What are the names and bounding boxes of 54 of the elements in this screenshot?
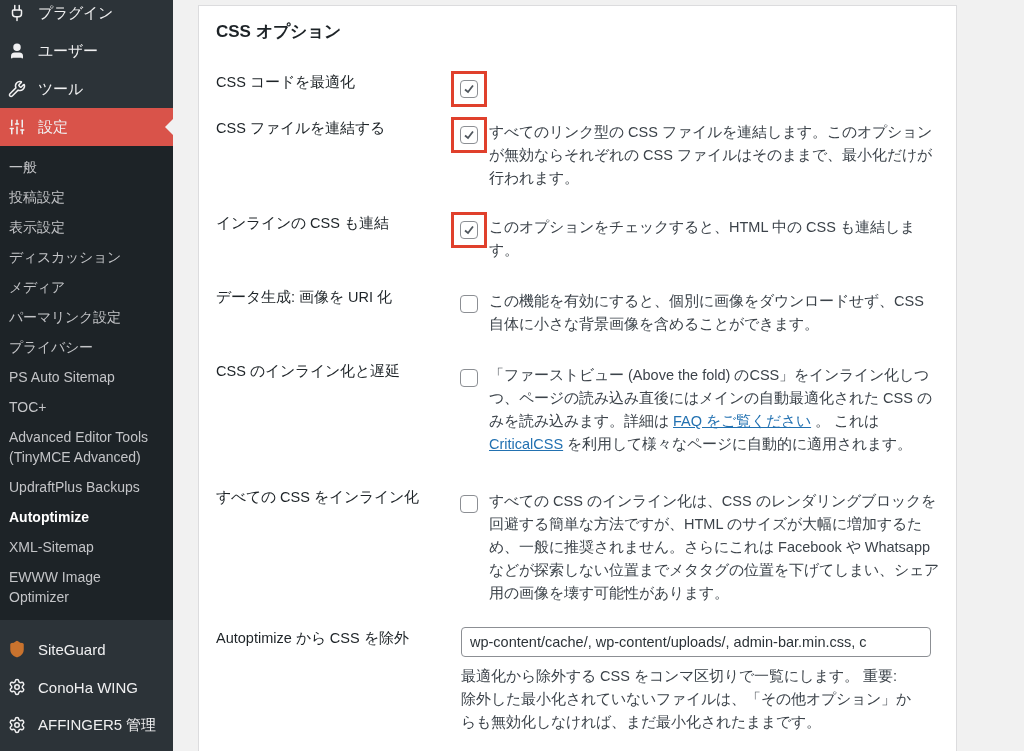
user-icon: [8, 42, 26, 60]
exclude-input-field[interactable]: wp-content/cache/, wp-content/uploads/, admin-bar.min.css, c: [461, 627, 931, 657]
checkbox[interactable]: [460, 295, 478, 313]
submenu-item[interactable]: ディスカッション: [0, 242, 173, 272]
option-label: CSS コードを最適化: [216, 73, 356, 92]
option-description: 最適化から除外する CSS をコンマ区切りで一覧にします。 重要: 除外した最小化されていないファイルは、「その他オプション」からも無効化しなければ、まだ最小化されたままです。: [461, 667, 911, 732]
option-label: すべての CSS をインライン化: [216, 488, 420, 507]
section-title: CSS オプション: [216, 21, 342, 43]
option-description: 「ファーストビュー (Above the fold) のCSS」をインライン化しつつ、ページの読み込み直後にはメインの自動最適化された CSS のみを読み込みます。詳細は FAQ をご覧ください 。 これは CriticalCSS を利用して様々なページに自動的に適用されます。: [489, 366, 933, 454]
option-description: このオプションをチェックすると、HTML 中の CSS も連結します。: [489, 218, 916, 260]
sliders-icon: [8, 118, 26, 136]
option-label: Autoptimize から CSS を除外: [216, 629, 410, 648]
current-pointer: [165, 119, 173, 135]
submenu-item[interactable]: TOC+: [0, 392, 173, 422]
gear-icon: [8, 678, 26, 696]
option-label: データ生成: 画像を URI 化: [216, 288, 394, 307]
submenu-item[interactable]: 一般: [0, 152, 173, 182]
checkbox[interactable]: [460, 126, 478, 144]
menu-item[interactable]: プラグイン: [0, 0, 173, 32]
menu-item[interactable]: ユーザー: [0, 32, 173, 70]
submenu-item[interactable]: UpdraftPlus Backups: [0, 472, 173, 502]
submenu-item[interactable]: Advanced Editor Tools (TinyMCE Advanced): [0, 422, 173, 472]
gear-icon: [8, 716, 26, 734]
option-description: すべてのリンク型の CSS ファイルを連結します。このオプションが無効ならそれぞれの CSS ファイルはそのままで、最小化だけが行われます。: [489, 123, 933, 188]
submenu-item[interactable]: PS Auto Sitemap: [0, 362, 173, 392]
submenu-item[interactable]: Autoptimize: [0, 502, 173, 532]
submenu-item[interactable]: XML-Sitemap: [0, 532, 173, 562]
checkbox[interactable]: [460, 495, 478, 513]
check-icon: [463, 83, 475, 95]
help-link[interactable]: CriticalCSS: [489, 436, 564, 452]
menu-item[interactable]: 設定: [0, 108, 173, 146]
submenu-item[interactable]: EWWW Image Optimizer: [0, 562, 173, 612]
menu-item[interactable]: ConoHa WING: [0, 668, 173, 706]
wrench-icon: [8, 80, 26, 98]
submenu-item[interactable]: 表示設定: [0, 212, 173, 242]
checkbox[interactable]: [460, 80, 478, 98]
option-description: すべての CSS のインライン化は、CSS のレンダリングブロックを回避する簡単な方法ですが、HTML のサイズが大幅に増加するため、一般に推奨されません。さらにこれは Facebook や Whatsapp などが探索しない位置までメタタグの位置を下げてしまい、シェア用の画像を壊す可能性があります。: [489, 492, 939, 603]
menu-item[interactable]: ツール: [0, 70, 173, 108]
menu-item[interactable]: AFFINGER5 管理: [0, 706, 173, 744]
shield-icon: [8, 640, 26, 658]
check-icon: [463, 224, 475, 236]
submenu-item[interactable]: メディア: [0, 272, 173, 302]
checkbox[interactable]: [460, 221, 478, 239]
check-icon: [463, 129, 475, 141]
menu-item[interactable]: SiteGuard: [0, 630, 173, 668]
option-label: インラインの CSS も連結: [216, 214, 390, 233]
help-link[interactable]: FAQ をご覧ください: [673, 413, 812, 429]
checkbox[interactable]: [460, 369, 478, 387]
submenu-item[interactable]: プライバシー: [0, 332, 173, 362]
option-description: この機能を有効にすると、個別に画像をダウンロードせず、CSS 自体に小さな背景画像を含めることができます。: [489, 292, 925, 334]
option-label: CSS のインライン化と遅延: [216, 362, 401, 381]
option-label: CSS ファイルを連結する: [216, 119, 386, 138]
submenu-item[interactable]: 投稿設定: [0, 182, 173, 212]
submenu-item[interactable]: パーマリンク設定: [0, 302, 173, 332]
